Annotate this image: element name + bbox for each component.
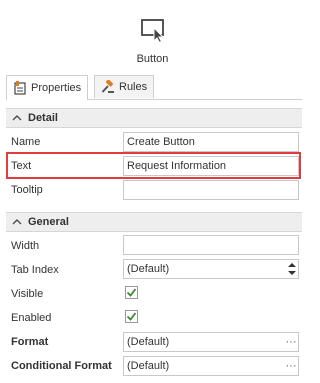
tab-properties[interactable]: Properties	[6, 75, 89, 100]
tab-index-value: (Default)	[127, 263, 170, 275]
gavel-icon	[101, 80, 114, 93]
conditional-format-ellipsis-button[interactable]: ···	[284, 360, 298, 372]
tooltip-field[interactable]	[123, 180, 299, 200]
conditional-format-field[interactable]: (Default) ···	[123, 356, 299, 376]
enabled-checkbox[interactable]	[125, 310, 138, 323]
tab-rules-label: Rules	[119, 81, 148, 93]
chevron-up-icon	[12, 218, 22, 225]
name-field[interactable]: Create Button	[123, 132, 299, 152]
section-general-label: General	[28, 216, 69, 228]
format-ellipsis-button[interactable]: ···	[284, 336, 298, 348]
checkmark-icon	[126, 312, 137, 321]
button-cursor-icon	[141, 19, 165, 43]
section-general-header[interactable]: General	[6, 212, 302, 232]
width-field[interactable]	[123, 235, 299, 255]
visible-checkbox[interactable]	[125, 286, 138, 299]
properties-panel: Button Properties Rules Detail Name Crea…	[3, 0, 302, 383]
properties-icon	[14, 81, 26, 95]
conditional-format-label: Conditional Format	[11, 360, 112, 372]
conditional-format-value: (Default)	[127, 360, 170, 372]
tab-index-label: Tab Index	[11, 264, 59, 276]
tooltip-label: Tooltip	[11, 184, 43, 196]
text-row-highlight	[6, 152, 301, 179]
tab-properties-label: Properties	[31, 82, 82, 94]
tab-rules[interactable]: Rules	[94, 75, 155, 98]
name-value: Create Button	[127, 136, 195, 148]
format-value: (Default)	[127, 336, 170, 348]
format-field[interactable]: (Default) ···	[123, 332, 299, 352]
checkmark-icon	[126, 288, 137, 297]
panel-header: Button	[3, 0, 302, 74]
format-label: Format	[11, 336, 49, 348]
tab-index-stepper[interactable]: (Default)	[123, 259, 299, 279]
name-label: Name	[11, 136, 41, 148]
spin-arrows-icon[interactable]	[286, 261, 298, 277]
enabled-label: Enabled	[11, 312, 52, 324]
section-detail-header[interactable]: Detail	[6, 108, 302, 128]
visible-label: Visible	[11, 288, 44, 300]
panel-tabs: Properties Rules	[6, 75, 302, 100]
width-label: Width	[11, 240, 40, 252]
section-detail-label: Detail	[28, 112, 58, 124]
control-type-title: Button	[136, 53, 169, 65]
chevron-up-icon	[12, 114, 22, 121]
